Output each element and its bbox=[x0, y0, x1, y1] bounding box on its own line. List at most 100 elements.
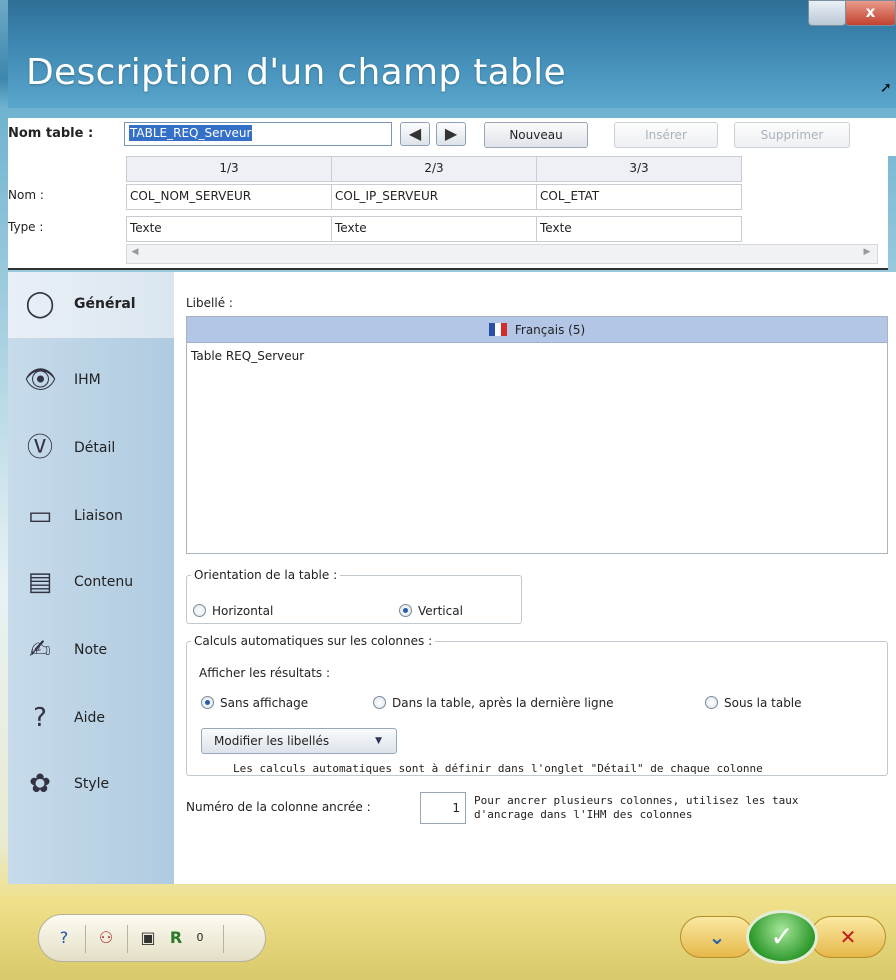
nom-table-input[interactable]: TABLE_REQ_Serveur bbox=[124, 122, 392, 146]
row-label-nom: Nom : bbox=[8, 188, 44, 202]
tab-note[interactable]: ✍ Note bbox=[8, 618, 174, 682]
tab-detail-label: Détail bbox=[74, 440, 116, 456]
afficher-label: Afficher les résultats : bbox=[199, 666, 331, 680]
tab-style[interactable]: ✿ Style bbox=[8, 752, 174, 816]
nom-table-label: Nom table : bbox=[8, 126, 94, 141]
ancrage-note: Pour ancrer plusieurs colonnes, utilisez… bbox=[474, 794, 799, 822]
vertical-radio-icon bbox=[399, 604, 412, 617]
right-arrow-icon: ▶ bbox=[444, 124, 458, 143]
ok-button[interactable]: ✓ bbox=[746, 910, 818, 964]
dropdown-button[interactable]: ⌄ bbox=[680, 916, 754, 958]
ancrage-note-line-1: Pour ancrer plusieurs colonnes, utilisez… bbox=[474, 794, 799, 807]
users-icon[interactable]: ⚇ bbox=[95, 927, 117, 949]
ancrage-note-line-2: d'ancrage dans l'IHM des colonnes bbox=[474, 808, 693, 821]
language-header[interactable]: Français (5) bbox=[187, 317, 887, 343]
french-flag-icon bbox=[488, 319, 507, 336]
row-label-type: Type : bbox=[8, 220, 44, 234]
dans-table-radio-icon bbox=[373, 696, 386, 709]
detail-icon: Ⓥ bbox=[26, 433, 53, 463]
column-header-1[interactable]: 1/3 bbox=[126, 156, 332, 182]
inserer-button[interactable]: Insérer bbox=[614, 122, 718, 148]
nom-table-value: TABLE_REQ_Serveur bbox=[129, 125, 253, 141]
column-header-2[interactable]: 2/3 bbox=[331, 156, 537, 182]
vertical-radio[interactable]: Vertical bbox=[399, 604, 463, 618]
checkmark-icon: ✓ bbox=[770, 920, 794, 953]
mouse-cursor-icon: ➚ bbox=[880, 80, 892, 96]
calculs-group: Calculs automatiques sur les colonnes : … bbox=[186, 634, 888, 776]
eye-icon: 👁 bbox=[24, 365, 58, 395]
chevron-down-icon: ⌄ bbox=[708, 925, 726, 949]
tab-contenu[interactable]: ▤ Contenu bbox=[8, 550, 174, 614]
r-badge-icon[interactable]: R bbox=[165, 927, 187, 949]
tab-aide-label: Aide bbox=[74, 710, 105, 726]
tab-contenu-label: Contenu bbox=[74, 574, 134, 590]
ancrage-label: Numéro de la colonne ancrée : bbox=[186, 800, 371, 814]
column-1-nom-cell[interactable]: COL_NOM_SERVEUR bbox=[126, 184, 332, 210]
sous-table-radio-icon bbox=[705, 696, 718, 709]
tab-liaison-label: Liaison bbox=[74, 508, 123, 524]
vertical-label: Vertical bbox=[418, 604, 463, 618]
tab-general[interactable]: ◯ Général bbox=[8, 272, 178, 338]
column-2-type-cell[interactable]: Texte bbox=[331, 216, 537, 242]
scroll-right-icon[interactable]: ▶ bbox=[859, 247, 875, 261]
previous-arrow-button[interactable]: ◀ bbox=[400, 122, 430, 146]
tab-detail[interactable]: Ⓥ Détail bbox=[8, 416, 174, 480]
tab-aide[interactable]: ? Aide bbox=[8, 686, 174, 750]
supprimer-button[interactable]: Supprimer bbox=[734, 122, 850, 148]
calculs-note: Les calculs automatiques sont à définir … bbox=[233, 762, 763, 775]
bottom-bar: ? ⚇ ▣ R 0 ⌄ ✕ ✓ bbox=[8, 884, 896, 980]
libelle-textarea[interactable]: Table REQ_Serveur bbox=[187, 343, 887, 369]
card-icon[interactable]: ▣ bbox=[137, 927, 159, 949]
columns-grid: Nom : Type : 1/3 2/3 3/3 COL_NOM_SERVEUR… bbox=[8, 156, 888, 270]
separator bbox=[223, 925, 224, 953]
column-header-3[interactable]: 3/3 bbox=[536, 156, 742, 182]
help-button-icon[interactable]: ? bbox=[53, 927, 75, 949]
horizontal-scrollbar[interactable]: ◀ ▶ bbox=[126, 244, 878, 264]
cancel-button[interactable]: ✕ bbox=[810, 916, 886, 958]
modifier-libelles-label: Modifier les libellés bbox=[214, 734, 330, 748]
left-arrow-icon: ◀ bbox=[408, 124, 422, 143]
tools-pill: ? ⚇ ▣ R 0 bbox=[38, 914, 266, 962]
general-icon: ◯ bbox=[25, 289, 55, 319]
tab-note-label: Note bbox=[74, 642, 108, 658]
sidebar: ◯ Général 👁 IHM Ⓥ Détail ▭ Liaison ▤ Con… bbox=[8, 272, 178, 884]
sous-table-radio[interactable]: Sous la table bbox=[705, 696, 802, 710]
modifier-libelles-button[interactable]: Modifier les libellés ▼ bbox=[201, 728, 397, 754]
tab-ihm[interactable]: 👁 IHM bbox=[8, 348, 174, 412]
column-1-type-cell[interactable]: Texte bbox=[126, 216, 332, 242]
note-icon: ✍ bbox=[29, 635, 51, 665]
close-button[interactable]: x bbox=[845, 0, 896, 26]
counter: 0 bbox=[196, 931, 204, 944]
dialog-action-buttons: ⌄ ✕ ✓ bbox=[680, 910, 888, 964]
calculs-legend: Calculs automatiques sur les colonnes : bbox=[194, 634, 433, 648]
help-icon: ? bbox=[33, 703, 47, 733]
horizontal-radio-icon bbox=[193, 604, 206, 617]
next-arrow-button[interactable]: ▶ bbox=[436, 122, 466, 146]
style-icon: ✿ bbox=[29, 769, 51, 799]
scroll-left-icon[interactable]: ◀ bbox=[127, 247, 143, 261]
ancrage-input[interactable]: 1 bbox=[420, 792, 466, 824]
table-toolbar: Nom table : TABLE_REQ_Serveur ◀ ▶ Nouvea… bbox=[8, 118, 896, 156]
close-icon: ✕ bbox=[839, 925, 857, 949]
horizontal-radio[interactable]: Horizontal bbox=[193, 604, 273, 618]
orientation-group: Orientation de la table : Horizontal Ver… bbox=[186, 568, 522, 624]
liaison-icon: ▭ bbox=[27, 501, 53, 531]
separator bbox=[85, 925, 86, 953]
horizontal-label: Horizontal bbox=[212, 604, 274, 618]
tab-general-label: Général bbox=[74, 296, 136, 312]
contenu-icon: ▤ bbox=[27, 567, 53, 597]
tab-style-label: Style bbox=[74, 776, 110, 792]
sans-affichage-radio[interactable]: Sans affichage bbox=[201, 696, 308, 710]
window-title: Description d'un champ table bbox=[26, 52, 566, 93]
sans-affichage-radio-icon bbox=[201, 696, 214, 709]
column-2-nom-cell[interactable]: COL_IP_SERVEUR bbox=[331, 184, 537, 210]
tab-liaison[interactable]: ▭ Liaison bbox=[8, 484, 174, 548]
dans-table-radio[interactable]: Dans la table, après la dernière ligne bbox=[373, 696, 614, 710]
minimize-button[interactable] bbox=[808, 0, 846, 26]
general-panel: Libellé : Français (5) Table REQ_Serveur… bbox=[174, 272, 896, 884]
title-bar: Description d'un champ table x ➚ bbox=[8, 0, 896, 108]
nouveau-button[interactable]: Nouveau bbox=[484, 122, 588, 148]
column-3-nom-cell[interactable]: COL_ETAT bbox=[536, 184, 742, 210]
column-3-type-cell[interactable]: Texte bbox=[536, 216, 742, 242]
language-label: Français (5) bbox=[514, 323, 586, 337]
